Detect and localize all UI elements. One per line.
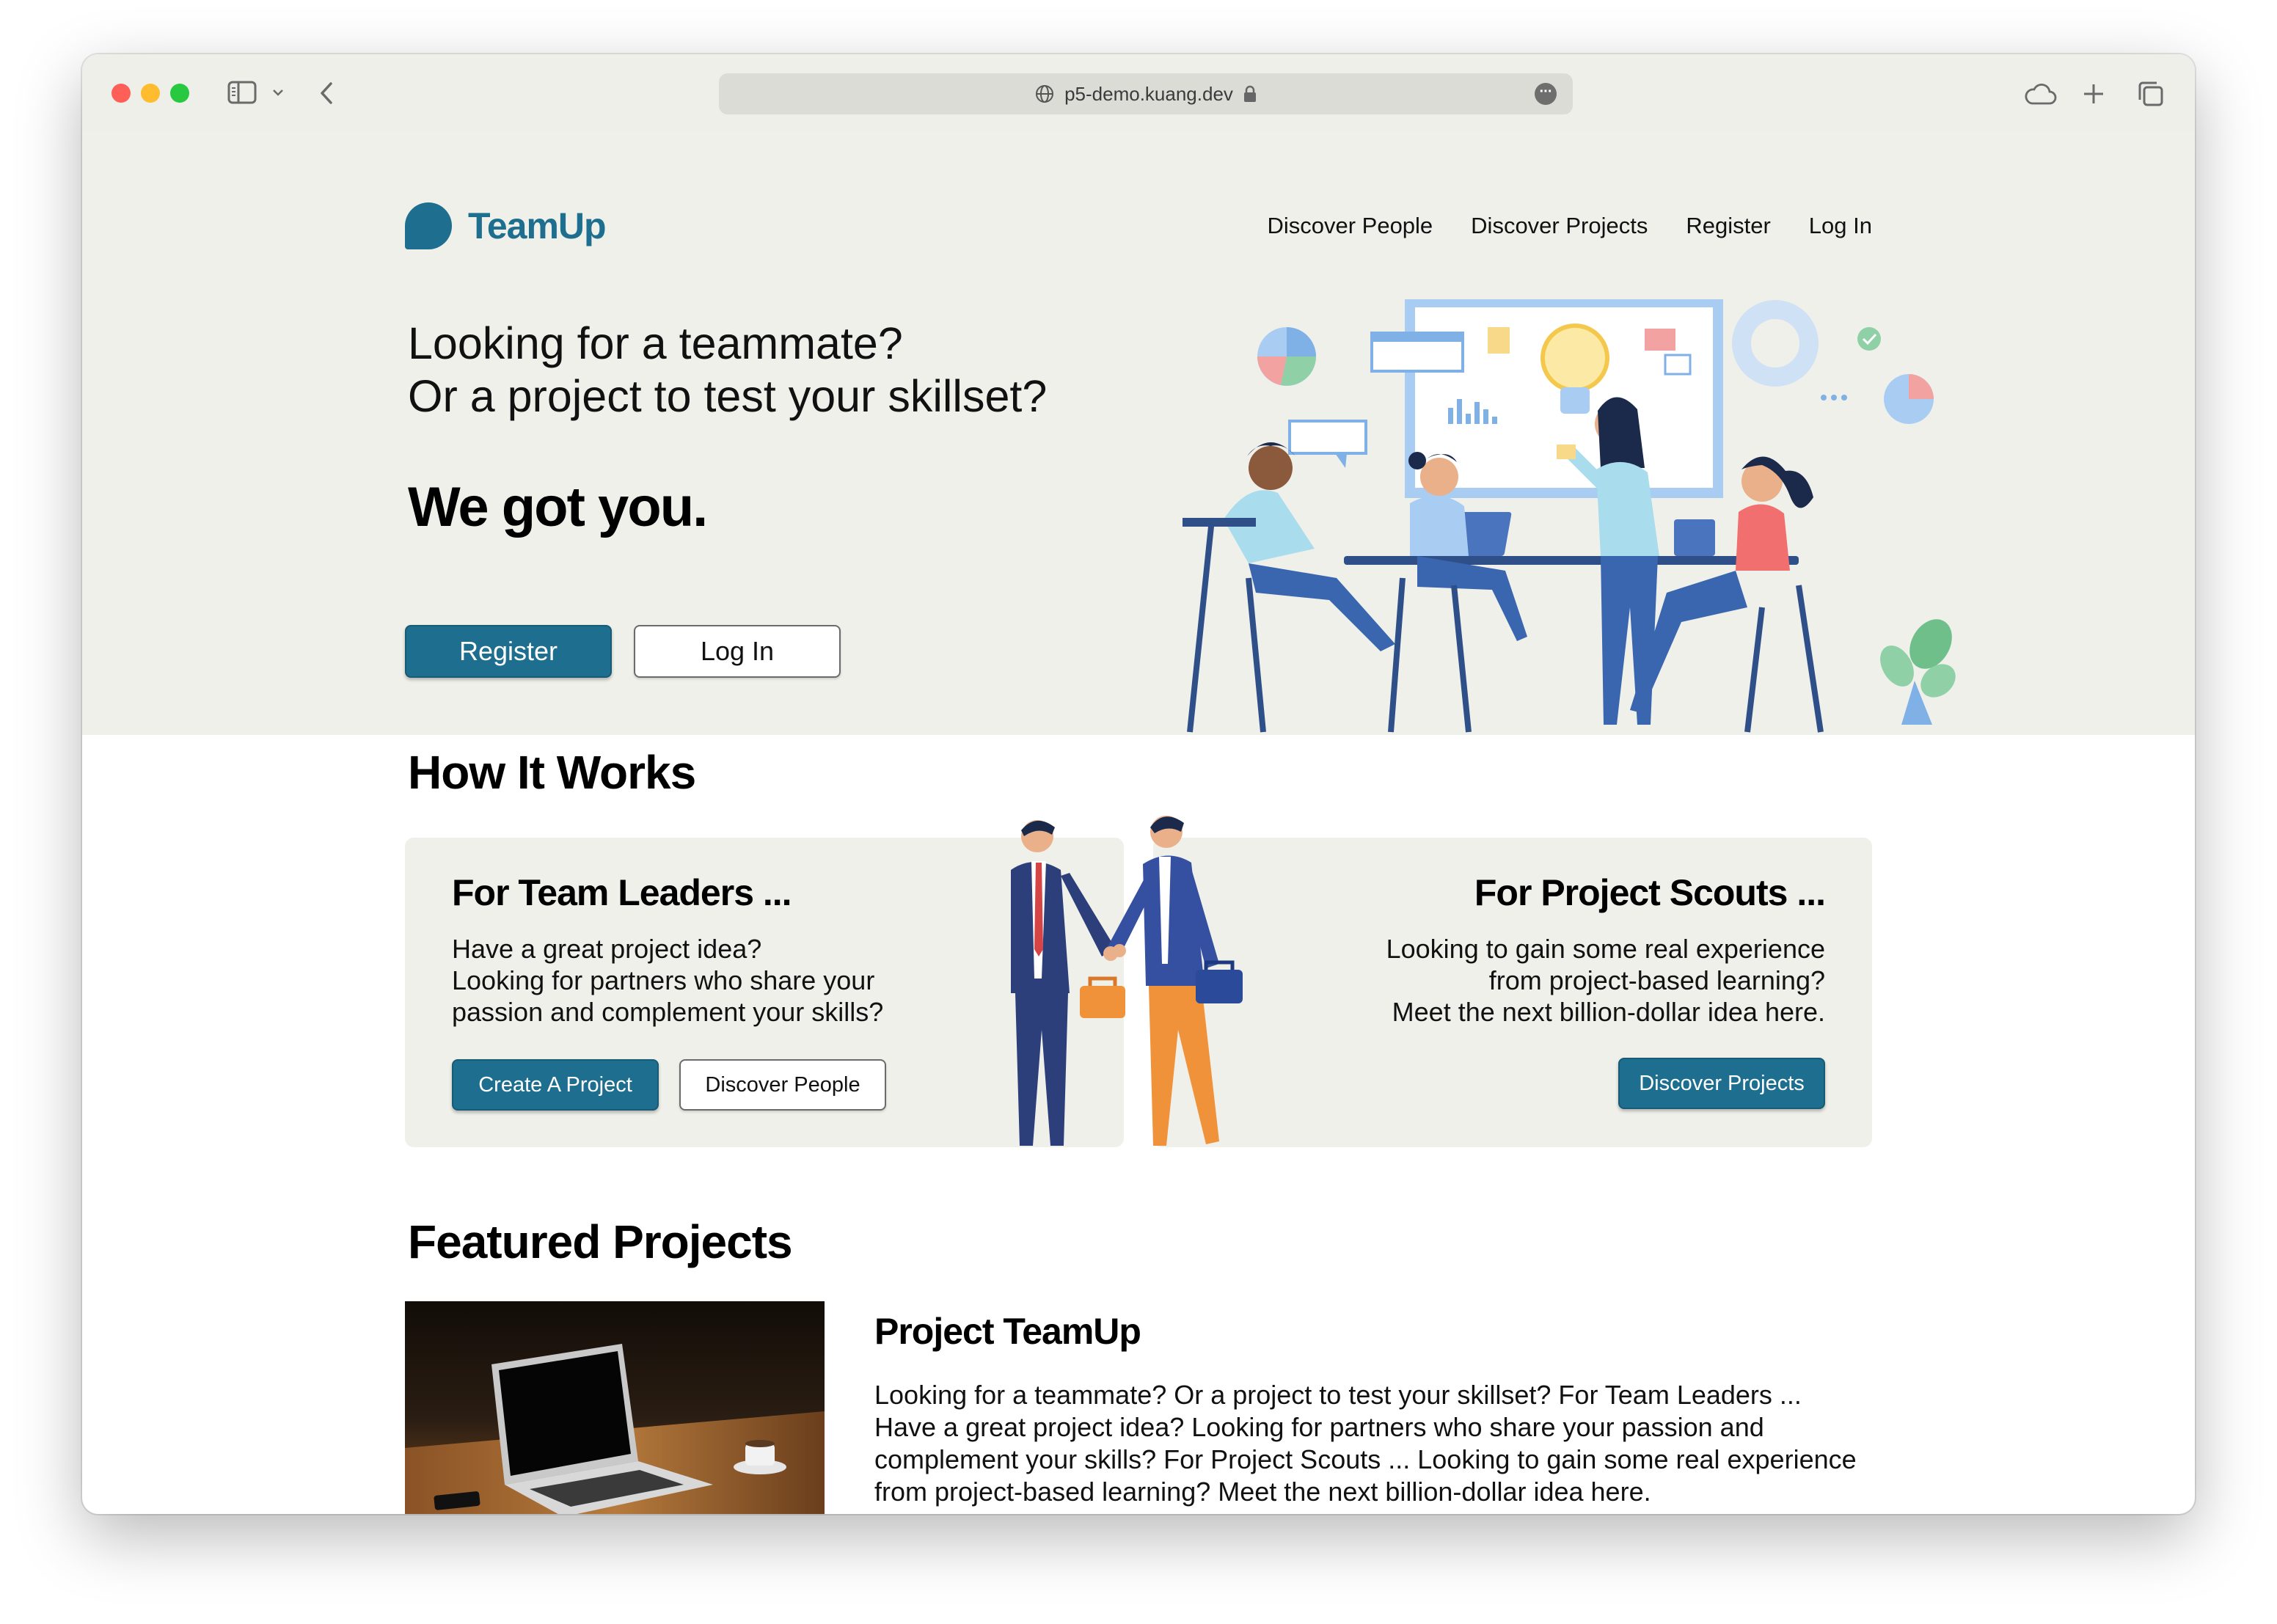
how-it-works-title: How It Works	[408, 746, 696, 799]
team-leaders-description: Have a great project idea? Looking for p…	[452, 933, 883, 1028]
discover-projects-button[interactable]: Discover Projects	[1618, 1058, 1825, 1109]
nav-register[interactable]: Register	[1686, 213, 1770, 239]
browser-toolbar: p5-demo.kuang.dev ···	[82, 54, 2195, 131]
globe-icon	[1036, 85, 1054, 103]
team-leaders-title: For Team Leaders ...	[452, 872, 792, 913]
new-tab-icon[interactable]	[2082, 82, 2105, 106]
hero-login-button[interactable]: Log In	[634, 625, 841, 678]
team-leaders-line: Looking for partners who share your	[452, 965, 875, 995]
logo-mark-icon	[405, 202, 452, 249]
project-scouts-title: For Project Scouts ...	[1474, 872, 1826, 913]
chevron-down-icon[interactable]	[271, 88, 285, 97]
hero-tagline: We got you.	[408, 476, 708, 538]
tab-overview-icon[interactable]	[2138, 81, 2164, 107]
project-title[interactable]: Project TeamUp	[874, 1310, 1141, 1353]
back-icon[interactable]	[318, 81, 335, 106]
hero-heading-line-1: Looking for a teammate?	[408, 318, 903, 368]
nav-discover-people[interactable]: Discover People	[1267, 213, 1433, 239]
main-nav: Discover People Discover Projects Regist…	[1267, 213, 1872, 239]
project-scouts-description: Looking to gain some real experience fro…	[1386, 933, 1825, 1028]
hero-heading-line-2: Or a project to test your skillset?	[408, 371, 1048, 421]
page-menu-icon[interactable]: ···	[1535, 83, 1557, 105]
project-image[interactable]	[405, 1301, 825, 1514]
sidebar-toggle-icon[interactable]	[227, 81, 257, 104]
team-leaders-line: Have a great project idea?	[452, 934, 762, 964]
lock-icon	[1243, 85, 1256, 102]
project-description: Looking for a teammate? Or a project to …	[874, 1380, 1857, 1507]
close-window-button[interactable]	[112, 84, 131, 103]
project-scouts-line: Meet the next billion-dollar idea here.	[1392, 997, 1825, 1027]
brand-name: TeamUp	[468, 205, 607, 246]
icloud-tabs-icon[interactable]	[2023, 84, 2057, 106]
hero-section: TeamUp Discover People Discover Projects…	[82, 131, 2195, 735]
discover-people-button[interactable]: Discover People	[679, 1059, 886, 1111]
laptop-photo	[405, 1301, 825, 1514]
create-project-button[interactable]: Create A Project	[452, 1059, 659, 1111]
featured-projects-title: Featured Projects	[408, 1215, 793, 1268]
team-meeting-illustration	[1183, 299, 1956, 733]
browser-window: p5-demo.kuang.dev ··· TeamUp Discover Pe…	[82, 54, 2195, 1514]
handshake-illustration	[1011, 816, 1243, 1146]
zoom-window-button[interactable]	[170, 84, 189, 103]
minimize-window-button[interactable]	[141, 84, 160, 103]
project-scouts-line: from project-based learning?	[1488, 965, 1825, 995]
team-leaders-line: passion and complement your skills?	[452, 997, 884, 1027]
address-bar[interactable]: p5-demo.kuang.dev ···	[719, 73, 1573, 114]
url-text: p5-demo.kuang.dev	[1064, 82, 1233, 105]
hero-register-button[interactable]: Register	[405, 625, 612, 678]
nav-discover-projects[interactable]: Discover Projects	[1471, 213, 1648, 239]
nav-log-in[interactable]: Log In	[1809, 213, 1872, 239]
brand-logo[interactable]: TeamUp	[405, 202, 607, 249]
project-scouts-line: Looking to gain some real experience	[1386, 934, 1825, 964]
